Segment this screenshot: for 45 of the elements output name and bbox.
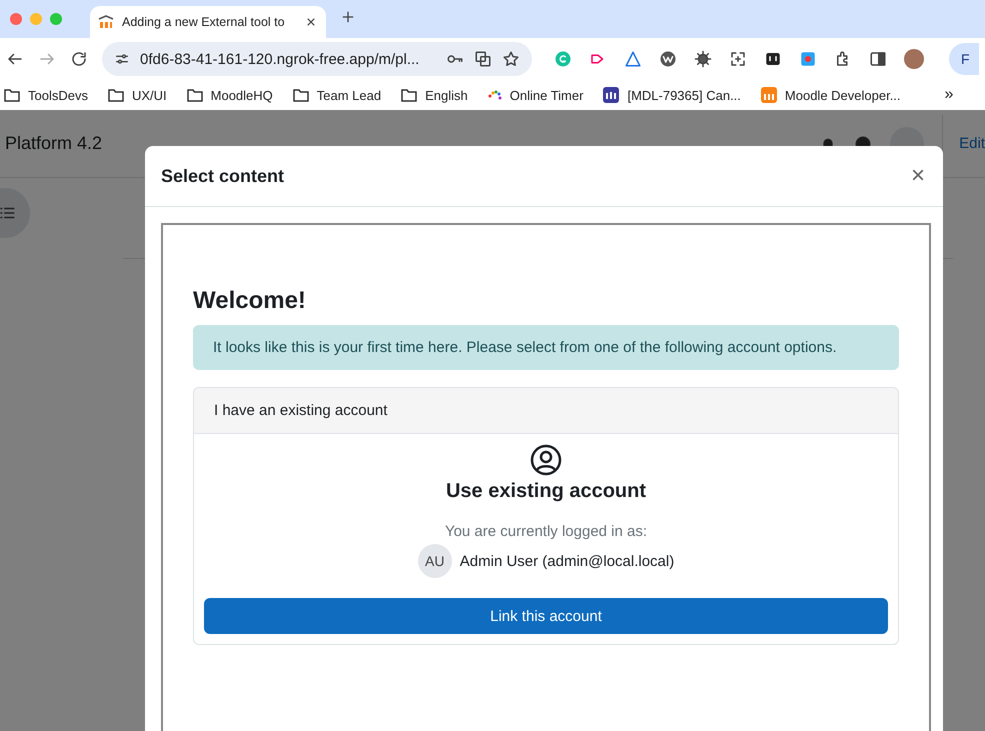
dots-icon bbox=[488, 90, 502, 100]
side-panel-icon[interactable] bbox=[869, 50, 887, 68]
card-header: I have an existing account bbox=[194, 388, 898, 434]
info-alert: It looks like this is your first time here. Please select from one of the following account options. bbox=[193, 325, 899, 370]
welcome-heading: Welcome! bbox=[193, 287, 307, 315]
star-icon[interactable] bbox=[502, 50, 520, 68]
link-account-button[interactable]: Link this account bbox=[204, 598, 888, 634]
close-button[interactable]: × bbox=[910, 162, 925, 190]
bookmark[interactable]: English bbox=[401, 88, 468, 102]
user-avatar: AU bbox=[418, 544, 452, 578]
tracker-icon bbox=[603, 87, 620, 103]
folder-icon bbox=[4, 88, 20, 102]
crop-plus-icon[interactable] bbox=[729, 50, 747, 68]
folder-icon bbox=[292, 88, 309, 102]
modal-title: Select content bbox=[161, 166, 284, 186]
bookmark[interactable]: MoodleHQ bbox=[186, 88, 273, 102]
profile-avatar[interactable] bbox=[904, 49, 924, 69]
more-bookmarks-button[interactable]: » bbox=[944, 86, 954, 104]
triangle-icon[interactable] bbox=[624, 50, 642, 68]
folder-icon bbox=[401, 88, 418, 102]
browser-tab[interactable]: Adding a new External tool to bbox=[90, 6, 326, 38]
profile-button[interactable]: F bbox=[949, 43, 979, 75]
circle-w-icon[interactable] bbox=[659, 50, 677, 68]
site-name: Platform 4.2 bbox=[5, 133, 102, 154]
moodle-icon bbox=[98, 15, 114, 29]
card-title: Use existing account bbox=[446, 480, 646, 503]
bookmark[interactable]: UX/UI bbox=[108, 88, 167, 102]
bookmark-tabs-icon[interactable] bbox=[764, 50, 782, 68]
bookmark[interactable]: Team Lead bbox=[292, 88, 382, 102]
user-name: Admin User (admin@local.local) bbox=[460, 552, 674, 570]
gear-icon[interactable] bbox=[694, 50, 712, 68]
tab-title: Adding a new External tool to bbox=[122, 15, 286, 29]
login-note: You are currently logged in as: bbox=[444, 523, 648, 540]
bookmark[interactable]: Moodle Developer... bbox=[760, 87, 901, 103]
address-bar[interactable]: 0fd6-83-41-161-120.ngrok-free.app/m/pl... bbox=[102, 42, 532, 76]
moodle-icon bbox=[760, 87, 777, 103]
bookmark[interactable]: Online Timer bbox=[488, 88, 584, 102]
reload-icon[interactable] bbox=[70, 50, 88, 68]
new-tab-icon[interactable] bbox=[340, 8, 356, 24]
translate-icon[interactable] bbox=[474, 50, 492, 68]
bookmark[interactable]: [MDL-79365] Can... bbox=[603, 87, 741, 103]
folder-icon bbox=[186, 88, 203, 102]
bookmark[interactable]: ToolsDevs bbox=[4, 88, 88, 102]
user-circle-icon bbox=[530, 444, 562, 476]
folder-icon bbox=[108, 88, 124, 102]
